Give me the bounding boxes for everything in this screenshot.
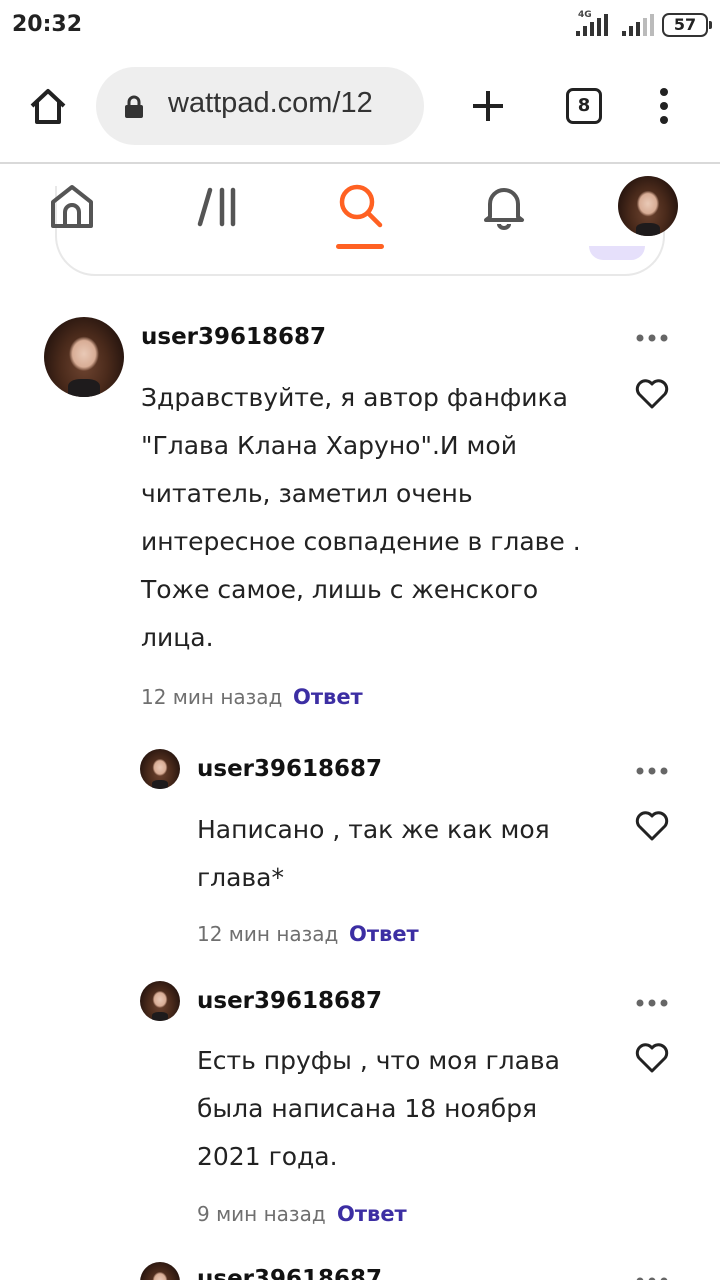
avatar[interactable] xyxy=(140,981,180,1021)
comment-line: интересное совпадение в главе . xyxy=(141,527,581,556)
more-icon[interactable] xyxy=(635,766,669,776)
comment-line: Написано , так же как моя xyxy=(197,815,550,844)
comment-line: глава* xyxy=(197,863,284,892)
reply-button[interactable]: Ответ xyxy=(337,1202,407,1226)
comment-line: Тоже самое, лишь с женского xyxy=(141,575,539,604)
comment-text: Есть пруфы , что моя глава была написана… xyxy=(197,1037,560,1181)
url-text: wattpad.com/12 xyxy=(168,87,373,119)
comment-timestamp: 12 мин назад xyxy=(197,922,339,946)
comment-text: Здравствуйте, я автор фанфика "Глава Кла… xyxy=(141,374,581,662)
comment-timestamp: 9 мин назад xyxy=(197,1202,326,1226)
comment-line: лица. xyxy=(141,623,214,652)
nav-home-icon[interactable] xyxy=(48,182,96,230)
comment-username[interactable]: user39618687 xyxy=(197,988,382,1014)
lock-icon xyxy=(125,95,143,118)
more-icon[interactable] xyxy=(635,1276,669,1280)
comment-line: читатель, заметил очень xyxy=(141,479,473,508)
comment-username[interactable]: user39618687 xyxy=(197,1266,382,1280)
battery-indicator: 57 xyxy=(662,13,712,37)
avatar[interactable] xyxy=(140,749,180,789)
comment-username[interactable]: user39618687 xyxy=(141,324,326,350)
search-icon[interactable] xyxy=(336,182,384,230)
comment-line: Есть пруфы , что моя глава xyxy=(197,1046,560,1075)
comment-text: Написано , так же как моя глава* xyxy=(197,806,550,902)
heart-icon[interactable] xyxy=(635,378,669,410)
address-bar[interactable]: wattpad.com/12 xyxy=(96,67,424,145)
signal-icon xyxy=(576,14,608,36)
library-icon[interactable] xyxy=(196,182,244,230)
comment-line: "Глава Клана Харуно".И мой xyxy=(141,431,517,460)
tab-switcher-button[interactable]: 8 xyxy=(566,88,602,124)
heart-icon[interactable] xyxy=(635,810,669,842)
active-tab-indicator xyxy=(336,244,384,249)
comment-username[interactable]: user39618687 xyxy=(197,756,382,782)
reply-button[interactable]: Ответ xyxy=(349,922,419,946)
comment-line: Здравствуйте, я автор фанфика xyxy=(141,383,568,412)
browser-toolbar: wattpad.com/12 8 xyxy=(0,52,720,162)
comment-timestamp: 12 мин назад xyxy=(141,685,283,709)
home-icon[interactable] xyxy=(28,86,68,126)
more-icon[interactable] xyxy=(635,333,669,343)
heart-icon[interactable] xyxy=(635,1042,669,1074)
app-nav xyxy=(0,164,720,254)
comment-line: 2021 года. xyxy=(197,1142,338,1171)
status-bar: 20:32 4G 57 xyxy=(0,0,720,52)
avatar[interactable] xyxy=(44,317,124,397)
avatar[interactable] xyxy=(140,1262,180,1280)
more-icon[interactable] xyxy=(635,998,669,1008)
new-tab-icon[interactable] xyxy=(470,88,506,124)
signal-icon-2 xyxy=(622,14,654,36)
bell-icon[interactable] xyxy=(480,182,528,230)
comment-line: была написана 18 ноября xyxy=(197,1094,538,1123)
reply-button[interactable]: Ответ xyxy=(293,685,363,709)
profile-avatar[interactable] xyxy=(618,176,678,236)
menu-icon[interactable] xyxy=(650,86,678,126)
status-time: 20:32 xyxy=(12,12,83,37)
